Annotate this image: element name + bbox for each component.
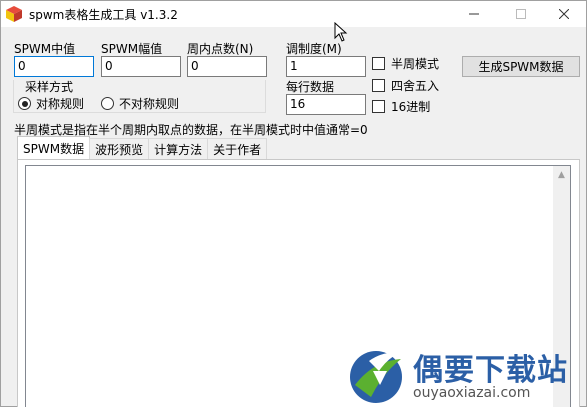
checkbox-half-cycle-label: 半周模式: [391, 57, 440, 71]
amplitude-input[interactable]: 0: [101, 56, 181, 77]
tab-waveform-preview[interactable]: 波形预览: [89, 138, 150, 159]
amplitude-label: SPWM幅值: [101, 42, 163, 56]
checkbox-box: [372, 79, 385, 92]
center-label: SPWM中值: [14, 42, 76, 56]
maximize-button[interactable]: [498, 1, 543, 27]
radio-asymmetric-label: 不对称规则: [119, 97, 180, 111]
watermark: 偶要下载站 ouyaoxiazai.com: [341, 341, 581, 407]
minimize-button[interactable]: [451, 1, 496, 27]
checkbox-box: [372, 100, 385, 113]
per-row-input[interactable]: 16: [286, 94, 366, 115]
tab-calculation[interactable]: 计算方法: [148, 138, 209, 159]
mouse-cursor-icon: [334, 22, 348, 42]
points-input[interactable]: 0: [187, 56, 267, 77]
minimize-icon: [468, 13, 479, 15]
close-button[interactable]: [541, 1, 586, 27]
checkbox-hex[interactable]: 16进制: [372, 98, 430, 115]
checkbox-round-label: 四舍五入: [391, 79, 440, 93]
tab-about[interactable]: 关于作者: [207, 138, 268, 159]
radio-dot: [101, 97, 114, 110]
radio-symmetric[interactable]: 对称规则: [18, 95, 84, 112]
maximize-icon: [515, 9, 526, 19]
per-row-label: 每行数据: [286, 80, 335, 94]
checkbox-hex-label: 16进制: [391, 100, 431, 114]
watermark-logo-icon: [350, 351, 402, 403]
radio-symmetric-label: 对称规则: [36, 97, 85, 111]
app-cube-icon: [5, 5, 23, 23]
watermark-url: ouyaoxiazai.com: [413, 385, 531, 401]
scroll-up-icon[interactable]: ▲: [553, 166, 570, 183]
modulation-label: 调制度(M): [286, 42, 342, 56]
modulation-input[interactable]: 1: [286, 56, 366, 77]
window-title: spwm表格生成工具 v1.3.2: [29, 8, 178, 22]
generate-button[interactable]: 生成SPWM数据: [462, 56, 580, 77]
checkbox-box: [372, 57, 385, 70]
radio-dot: [18, 97, 31, 110]
tab-spwm-data[interactable]: SPWM数据: [17, 136, 91, 159]
title-bar[interactable]: spwm表格生成工具 v1.3.2: [1, 1, 586, 27]
close-icon: [558, 9, 569, 19]
checkbox-half-cycle[interactable]: 半周模式: [372, 55, 439, 72]
app-window: spwm表格生成工具 v1.3.2 SPWM中值 0 SPWM幅值 0 周内点数…: [0, 0, 587, 407]
center-input[interactable]: 0: [14, 56, 94, 77]
tab-bar: SPWM数据 波形预览 计算方法 关于作者: [17, 136, 268, 159]
points-label: 周内点数(N): [187, 42, 254, 56]
watermark-brand: 偶要下载站: [413, 353, 568, 388]
checkbox-round[interactable]: 四舍五入: [372, 77, 439, 94]
sampling-label: 采样方式: [23, 78, 76, 95]
radio-asymmetric[interactable]: 不对称规则: [101, 95, 179, 112]
